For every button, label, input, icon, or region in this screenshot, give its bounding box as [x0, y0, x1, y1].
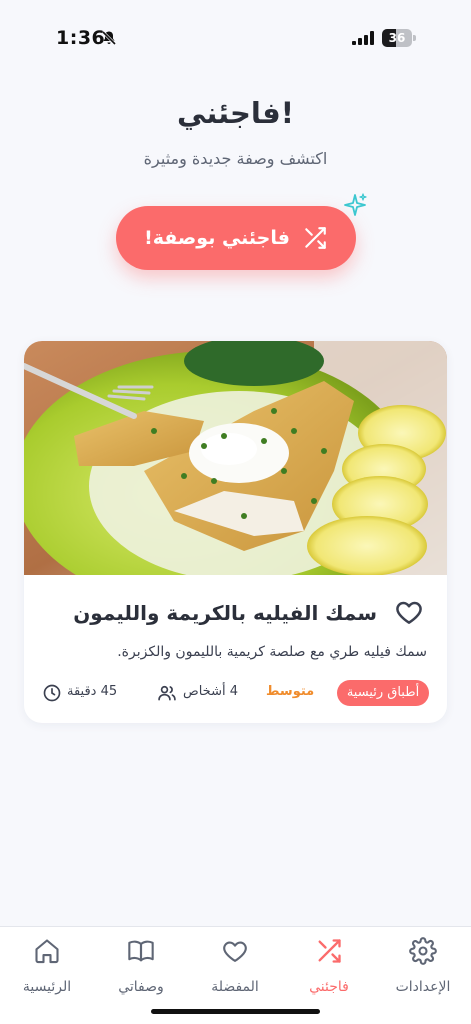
nav-item-my-recipes[interactable]: وصفاتي: [94, 935, 188, 999]
favorite-heart-icon[interactable]: [394, 597, 424, 627]
sparkle-icon: [344, 193, 367, 216]
signal-icon: [352, 31, 374, 45]
difficulty-label: متوسط: [266, 684, 315, 699]
home-icon: [35, 939, 59, 964]
gear-icon: [409, 937, 437, 965]
recipe-image: [24, 341, 447, 575]
clock-icon: [43, 684, 61, 702]
shuffle-icon: [305, 227, 326, 249]
bell-off-icon: [101, 30, 117, 46]
surprise-me-button[interactable]: فاجئني بوصفة!: [116, 206, 356, 270]
nav-label-settings: الإعدادات: [395, 979, 451, 995]
users-icon: [158, 685, 176, 701]
recipe-meta: أطباق رئيسية متوسط 4 أشخاص 45 دقيقة: [24, 678, 447, 708]
home-indicator: [151, 1009, 320, 1014]
nav-item-favorites[interactable]: المفضلة: [188, 935, 282, 999]
surprise-me-label: فاجئني بوصفة!: [144, 227, 290, 249]
nav-item-settings[interactable]: الإعدادات: [376, 935, 470, 999]
nav-label-my-recipes: وصفاتي: [118, 979, 164, 995]
nav-item-surprise[interactable]: فاجئني: [282, 935, 376, 999]
battery-level: 36: [388, 31, 406, 45]
nav-label-surprise: فاجئني: [309, 979, 349, 995]
status-time: 1:36: [56, 27, 106, 49]
nav-label-favorites: المفضلة: [211, 979, 259, 995]
book-icon: [128, 940, 154, 962]
recipe-description: سمك فيليه طري مع صلصة كريمية بالليمون وا…: [117, 644, 427, 660]
shuffle-icon: [318, 939, 341, 963]
page-subtitle: اكتشف وصفة جديدة ومثيرة: [143, 149, 328, 168]
battery-icon: 36: [382, 29, 416, 47]
servings-text: 4 أشخاص: [183, 684, 238, 699]
status-bar: 1:36 36: [0, 0, 471, 70]
cook-time-text: 45 دقيقة: [67, 684, 118, 699]
nav-item-home[interactable]: الرئيسية: [0, 935, 94, 999]
category-badge: أطباق رئيسية: [337, 680, 429, 706]
heart-icon: [223, 941, 247, 962]
nav-label-home: الرئيسية: [22, 979, 72, 995]
recipe-card[interactable]: سمك الفيليه بالكريمة والليمون سمك فيليه …: [24, 341, 447, 723]
page-title: فاجئني!: [176, 96, 295, 130]
recipe-title: سمك الفيليه بالكريمة والليمون: [73, 601, 377, 625]
